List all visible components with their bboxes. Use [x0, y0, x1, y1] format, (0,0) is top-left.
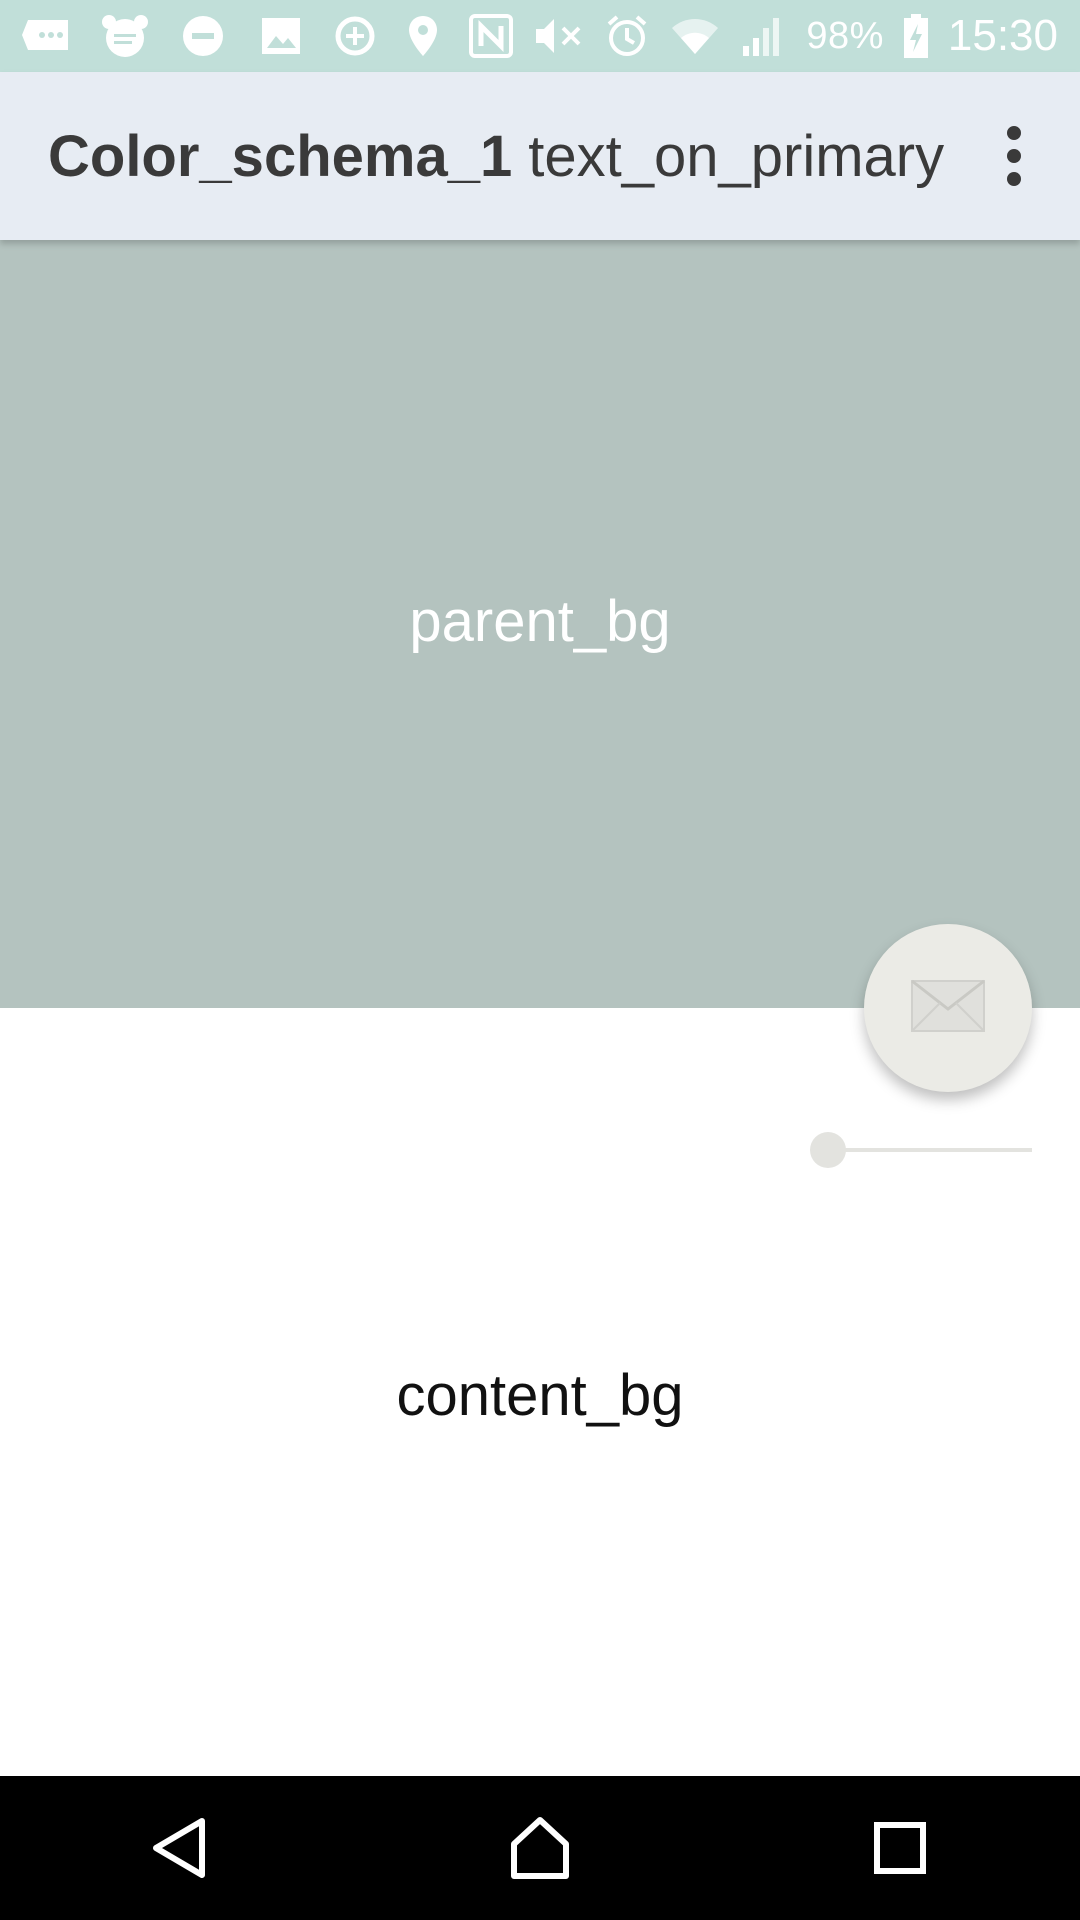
nfc-icon	[466, 14, 516, 58]
battery-charging-icon	[902, 14, 930, 58]
back-icon	[153, 1818, 205, 1878]
chat-bubble-icon	[22, 14, 72, 58]
toolbar-title-primary: Color_schema_1	[48, 123, 513, 189]
toolbar-title-secondary: text_on_primary	[528, 123, 945, 189]
more-vert-icon[interactable]	[974, 116, 1054, 196]
mute-icon	[534, 14, 584, 58]
fab-mail-button[interactable]	[864, 924, 1032, 1092]
alarm-icon	[602, 14, 652, 58]
location-icon	[398, 14, 448, 58]
recents-icon	[874, 1822, 926, 1874]
content-label: content_bg	[396, 1363, 684, 1428]
home-button[interactable]	[480, 1788, 600, 1908]
slider-track	[828, 1148, 1032, 1152]
status-bar-notifications	[22, 14, 306, 58]
seek-slider[interactable]	[810, 1130, 1032, 1170]
content-background: content_bg	[0, 1008, 1080, 1776]
clock: 15:30	[947, 11, 1058, 60]
status-bar: 98% 15:30	[0, 0, 1080, 72]
parent-background: parent_bg	[0, 240, 1080, 1008]
home-icon	[511, 1817, 569, 1879]
slider-thumb[interactable]	[810, 1132, 846, 1168]
navigation-bar	[0, 1776, 1080, 1920]
parent-label: parent_bg	[409, 589, 671, 654]
toolbar-title: Color_schema_1 text_on_primary	[48, 72, 944, 240]
wifi-icon	[670, 14, 720, 58]
data-saver-icon	[330, 14, 380, 58]
mail-icon	[910, 979, 986, 1038]
signal-icon	[738, 14, 788, 58]
status-bar-system: 98% 15:30	[330, 10, 1058, 62]
app-notification-icon	[100, 14, 150, 58]
image-icon	[256, 14, 306, 58]
do-not-disturb-icon	[178, 14, 228, 58]
back-button[interactable]	[120, 1788, 240, 1908]
app-toolbar: Color_schema_1 text_on_primary	[0, 72, 1080, 240]
battery-percent: 98%	[806, 14, 884, 57]
recents-button[interactable]	[840, 1788, 960, 1908]
